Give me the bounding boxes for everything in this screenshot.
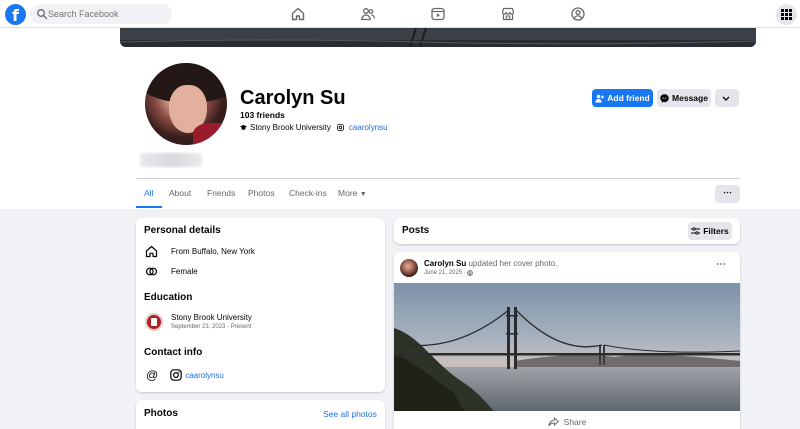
graduation-cap-icon [240,124,247,130]
tabs-overflow-button[interactable]: ⋯ [715,185,740,203]
cover-photo[interactable] [120,28,756,47]
tab-about[interactable]: About [169,188,191,198]
message-button[interactable]: Message [657,89,711,107]
education-dates: September 23, 2023 - Present [171,324,252,330]
intro-card: Personal details From Buffalo, New York … [136,218,385,392]
school-name[interactable]: Stony Brook University [250,123,331,132]
hometown-row: From Buffalo, New York [144,244,255,258]
post-date[interactable]: June 21, 2025 [424,270,462,276]
profile-name: Carolyn Su [240,87,346,109]
chevron-down-icon [722,96,729,101]
share-icon [547,417,559,427]
gender-row: Female [144,264,198,278]
tab-friends[interactable]: Friends [207,188,235,198]
contact-row: @ caarolynsu [146,368,224,382]
hometown-text: From Buffalo, New York [171,246,255,256]
home-icon [145,245,157,257]
school-logo[interactable] [145,313,163,331]
menu-button[interactable] [776,4,797,25]
add-friend-button[interactable]: Add friend [592,89,653,107]
photos-card: Photos See all photos [136,400,385,429]
instagram-icon [337,124,344,131]
contact-info-title: Contact info [144,347,203,358]
more-actions-button[interactable] [715,89,739,107]
messenger-icon [660,93,669,103]
tab-photos[interactable]: Photos [248,188,274,198]
post-heading: Carolyn Su updated her cover photo. [424,259,557,268]
education-school[interactable]: Stony Brook University [171,313,252,322]
video-icon[interactable] [430,6,446,22]
gender-text: Female [171,266,198,276]
blurred-mutual-friends [140,153,202,167]
add-friend-label: Add friend [607,93,650,103]
friends-count[interactable]: 103 friends [240,110,285,120]
add-friend-icon [595,94,605,102]
active-tab-indicator [136,206,162,208]
instagram-link[interactable]: caarolynsu [349,123,388,132]
filters-button[interactable]: Filters [688,222,732,240]
profile-meta: Stony Brook University caarolynsu [240,122,388,133]
tab-more-label: More [338,188,358,198]
home-icon[interactable] [290,6,306,22]
post-options-button[interactable]: ⋯ [716,259,726,270]
share-button[interactable]: Share [394,415,740,429]
education-row: Stony Brook University September 23, 202… [144,312,384,334]
profile-avatar[interactable] [142,60,230,148]
contact-instagram-link[interactable]: caarolynsu [185,371,224,380]
post-action-text: updated her cover photo. [468,259,558,268]
tab-all[interactable]: All [144,188,153,198]
personal-details-title: Personal details [144,225,221,236]
groups-icon[interactable] [570,6,586,22]
profile-tabs: All About Friends Photos Check-ins More … [136,179,740,209]
posts-title: Posts [402,225,430,236]
cover-photo-image[interactable] [394,283,740,411]
caret-down-icon: ▼ [359,191,367,198]
post-author-name[interactable]: Carolyn Su [424,259,466,268]
post-subheading: June 21, 2025 · [424,270,474,276]
tab-more[interactable]: More ▼ [338,188,367,198]
gender-icon [145,267,157,275]
share-label: Share [563,417,587,427]
top-navigation-bar: f [0,0,800,28]
at-sign-icon: @ [146,368,159,382]
photos-title: Photos [144,408,178,419]
grid-menu-icon [781,9,792,20]
instagram-icon [170,369,182,381]
post-card: Carolyn Su updated her cover photo. June… [394,252,740,429]
education-title: Education [144,292,193,303]
filter-sliders-icon [691,227,701,235]
message-label: Message [672,93,708,103]
filters-label: Filters [703,226,729,236]
marketplace-icon[interactable] [500,6,516,22]
golden-gate-bridge-image [394,283,740,411]
profile-header: Carolyn Su 103 friends Stony Brook Unive… [0,28,800,209]
friends-icon[interactable] [360,6,376,22]
post-author-avatar[interactable] [400,259,418,277]
posts-header: Posts Filters [394,218,740,244]
cover-bridge-image [120,28,756,47]
globe-icon [467,270,474,276]
tab-checkins[interactable]: Check-ins [289,188,327,198]
see-all-photos-link[interactable]: See all photos [323,409,377,419]
